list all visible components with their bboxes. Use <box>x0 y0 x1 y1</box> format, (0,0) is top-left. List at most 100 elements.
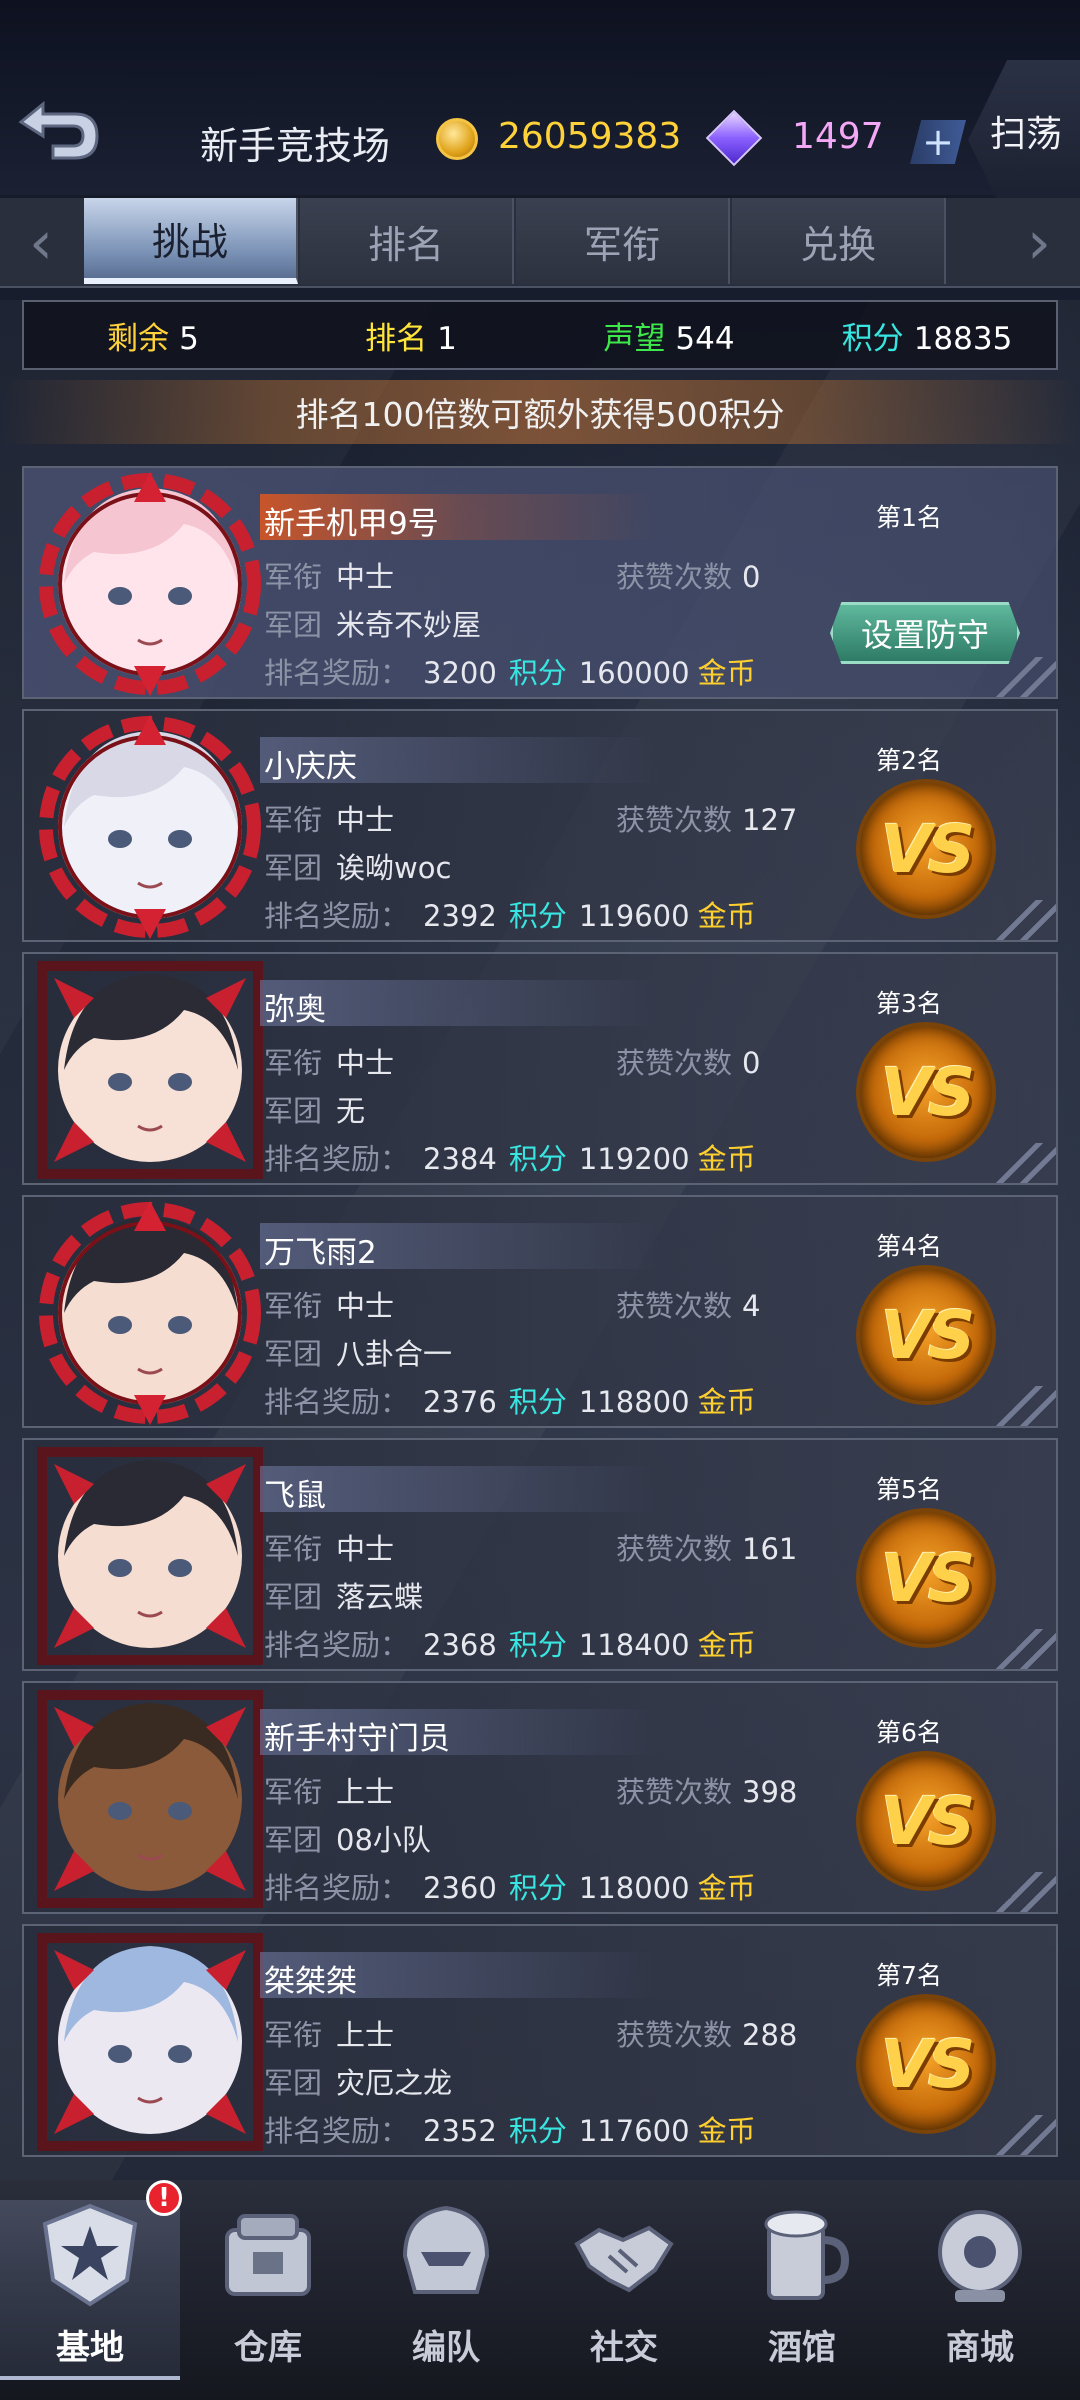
tab-prev-arrow-icon[interactable]: ‹ <box>6 198 76 288</box>
reward-label: 排名奖励： <box>264 899 410 933</box>
likes-row: 获赞次数 4 <box>616 1283 760 1325</box>
vs-label: VS <box>880 1053 976 1131</box>
page-title: 新手竞技场 <box>200 124 391 168</box>
points-unit: 积分 <box>508 1385 567 1419</box>
gold-unit: 金币 <box>697 1628 756 1662</box>
military-rank-label: 军衔 <box>264 1046 323 1080</box>
tab-next-arrow-icon[interactable]: › <box>1004 198 1074 288</box>
player-name: 桀桀桀 <box>264 1964 357 2000</box>
player-avatar[interactable] <box>34 715 266 939</box>
set-defense-button[interactable]: 设置防守 <box>830 602 1020 664</box>
tab-ranking[interactable]: 排名 <box>300 198 514 284</box>
nav-item-4[interactable]: 酒馆 <box>712 2200 892 2380</box>
reward-gold: 119200 <box>578 1142 690 1176</box>
points-unit: 积分 <box>508 1628 567 1662</box>
player-avatar[interactable] <box>34 1687 266 1911</box>
opponent-list[interactable]: 新手机甲9号 军衔 中士 获赞次数 0 军团 米奇不妙屋 排名奖励： 3200 积分 160… <box>22 466 1058 2167</box>
reward-gold: 118800 <box>578 1385 690 1419</box>
points-unit: 积分 <box>508 1142 567 1176</box>
reward-label: 排名奖励： <box>264 1142 410 1176</box>
player-avatar[interactable] <box>34 472 266 696</box>
vs-challenge-button[interactable]: VS <box>860 1269 992 1401</box>
legion-row: 军团 灾厄之龙 <box>264 2060 452 2102</box>
reward-gold: 118000 <box>578 1871 690 1905</box>
opponent-card[interactable]: 新手村守门员 军衔 上士 获赞次数 398 军团 08小队 排名奖励： 2360 积分 11… <box>22 1681 1058 1914</box>
rank-place: 第5名 <box>876 1475 942 1504</box>
opponent-card[interactable]: 万飞雨2 军衔 中士 获赞次数 4 军团 八卦合一 排名奖励： 2376 积分 118800… <box>22 1195 1058 1428</box>
player-name: 新手机甲9号 <box>264 506 439 542</box>
bonus-notice: 排名100倍数可额外获得500积分 <box>0 380 1080 444</box>
military-rank-row: 军衔 中士 <box>264 1526 394 1568</box>
nav-item-1[interactable]: 仓库 <box>178 2200 358 2380</box>
vs-label: VS <box>880 1782 976 1860</box>
reward-row: 排名奖励： 2384 积分 119200 金币 <box>264 1136 756 1178</box>
reward-points: 2376 <box>423 1385 497 1419</box>
nav-item-2[interactable]: 编队 <box>356 2200 536 2380</box>
opponent-card[interactable]: 弥奥 军衔 中士 获赞次数 0 军团无 排名奖励： 2384 积分 119200 金币 第3… <box>22 952 1058 1185</box>
likes-value: 398 <box>742 1775 798 1809</box>
player-avatar[interactable] <box>34 1201 266 1425</box>
player-name: 万飞雨2 <box>264 1235 377 1271</box>
likes-value: 127 <box>742 803 798 837</box>
military-rank-value: 中士 <box>336 560 395 594</box>
legion-row: 军团 八卦合一 <box>264 1331 452 1373</box>
military-rank-value: 中士 <box>336 1046 395 1080</box>
tab-challenge[interactable]: 挑战 <box>84 198 298 284</box>
nav-item-0[interactable]: 基地 <box>0 2200 180 2380</box>
gold-unit: 金币 <box>697 899 756 933</box>
likes-value: 0 <box>742 1046 761 1080</box>
gold-unit: 金币 <box>697 1871 756 1905</box>
vs-challenge-button[interactable]: VS <box>860 783 992 915</box>
vs-challenge-button[interactable]: VS <box>860 1512 992 1644</box>
military-rank-label: 军衔 <box>264 1289 323 1323</box>
add-diamond-button[interactable]: + <box>910 120 966 164</box>
stats-bar: 剩余 5 排名 1 声望 544 积分 18835 <box>22 300 1058 370</box>
points-unit: 积分 <box>508 899 567 933</box>
sweep-button[interactable]: 扫荡 <box>968 60 1080 220</box>
rank-place: 第1名 <box>876 503 942 532</box>
legion-value: 八卦合一 <box>336 1337 453 1371</box>
military-rank-row: 军衔 中士 <box>264 797 394 839</box>
legion-row: 军团 诶呦woc <box>264 845 451 887</box>
diamond-icon <box>705 109 763 167</box>
reward-gold: 117600 <box>578 2114 690 2148</box>
tab-exchange[interactable]: 兑换 <box>732 198 946 284</box>
back-button[interactable] <box>8 90 108 180</box>
opponent-card[interactable]: 桀桀桀 军衔 上士 获赞次数 288 军团 灾厄之龙 排名奖励： 2352 积分 11760… <box>22 1924 1058 2157</box>
legion-row: 军团 08小队 <box>264 1817 431 1859</box>
likes-label: 获赞次数 <box>616 1775 733 1809</box>
stat-prestige-label: 声望 <box>603 320 666 357</box>
player-name: 弥奥 <box>264 992 326 1028</box>
nav-label: 仓库 <box>234 2328 302 2368</box>
points-unit: 积分 <box>508 2114 567 2148</box>
nav-item-5[interactable]: 商城 <box>890 2200 1070 2380</box>
nav-item-3[interactable]: 社交 <box>534 2200 714 2380</box>
stat-remaining: 剩余 5 <box>24 313 282 358</box>
stat-points: 积分 18835 <box>798 313 1056 358</box>
reward-row: 排名奖励： 2352 积分 117600 金币 <box>264 2108 756 2150</box>
player-avatar[interactable] <box>34 1444 266 1668</box>
player-avatar[interactable] <box>34 1930 266 2154</box>
military-rank-label: 军衔 <box>264 2018 323 2052</box>
reward-gold: 119600 <box>578 899 690 933</box>
likes-value: 0 <box>742 560 761 594</box>
likes-label: 获赞次数 <box>616 1532 733 1566</box>
reward-points: 2368 <box>423 1628 497 1662</box>
vs-challenge-button[interactable]: VS <box>860 1026 992 1158</box>
reward-row: 排名奖励： 2392 积分 119600 金币 <box>264 893 756 935</box>
likes-row: 获赞次数 398 <box>616 1769 797 1811</box>
nav-label: 基地 <box>56 2328 124 2368</box>
stat-prestige-value: 544 <box>675 320 735 357</box>
likes-row: 获赞次数 288 <box>616 2012 797 2054</box>
opponent-card[interactable]: 新手机甲9号 军衔 中士 获赞次数 0 军团 米奇不妙屋 排名奖励： 3200 积分 160… <box>22 466 1058 699</box>
warehouse-icon <box>213 2200 323 2310</box>
tab-military-rank[interactable]: 军衔 <box>516 198 730 284</box>
player-avatar[interactable] <box>34 958 266 1182</box>
opponent-card[interactable]: 飞鼠 军衔 中士 获赞次数 161 军团 落云蝶 排名奖励： 2368 积分 118400 金… <box>22 1438 1058 1671</box>
vs-challenge-button[interactable]: VS <box>860 1998 992 2130</box>
vs-challenge-button[interactable]: VS <box>860 1755 992 1887</box>
military-rank-value: 上士 <box>336 2018 395 2052</box>
top-bar: 新手竞技场 26059383 1497 + 扫荡 <box>0 0 1080 220</box>
reward-gold: 160000 <box>578 656 690 690</box>
opponent-card[interactable]: 小庆庆 军衔 中士 获赞次数 127 军团 诶呦woc 排名奖励： 2392 积分 1196… <box>22 709 1058 942</box>
